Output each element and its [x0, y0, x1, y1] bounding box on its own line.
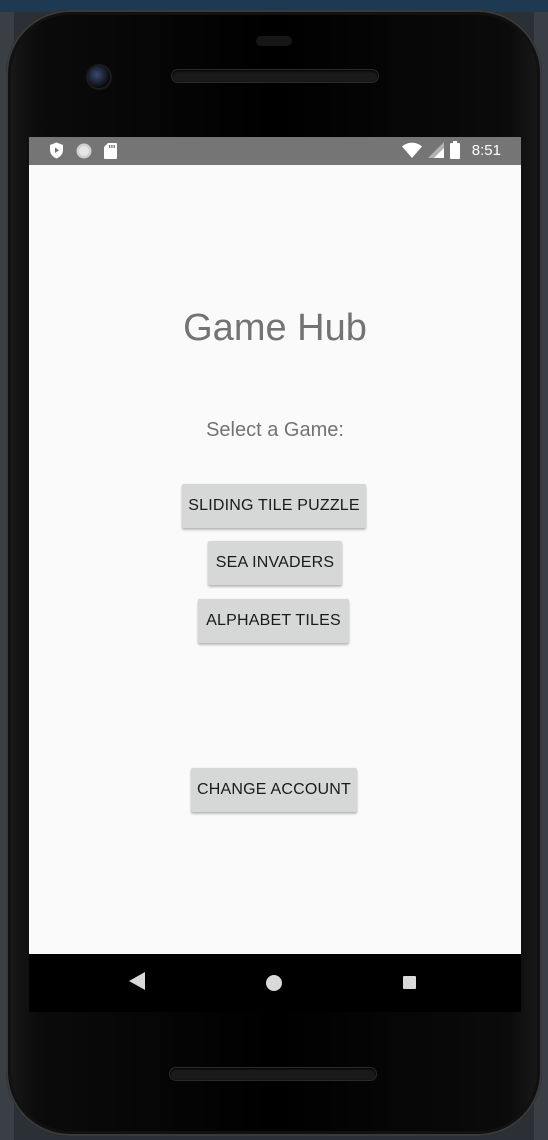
- change-account-button[interactable]: CHANGE ACCOUNT: [191, 768, 357, 812]
- signal-icon: [427, 142, 444, 158]
- status-left-icons: [49, 142, 117, 159]
- alphabet-tiles-button[interactable]: ALPHABET TILES: [198, 599, 349, 643]
- sd-card-icon: [104, 142, 117, 159]
- back-icon[interactable]: [129, 972, 145, 990]
- battery-icon: [449, 141, 460, 159]
- status-time: 8:51: [471, 141, 501, 159]
- page-title: Game Hub: [183, 307, 367, 349]
- app-screen: 8:51 Game Hub Select a Game: SLIDING TIL…: [29, 137, 521, 954]
- sliding-tile-puzzle-button[interactable]: SLIDING TILE PUZZLE: [182, 484, 366, 528]
- home-icon[interactable]: [266, 975, 282, 991]
- circle-icon: [76, 143, 92, 159]
- status-right-icons: 8:51: [401, 141, 501, 159]
- wifi-icon: [401, 142, 422, 158]
- earpiece: [256, 36, 292, 46]
- shield-icon: [49, 142, 64, 159]
- sea-invaders-button[interactable]: SEA INVADERS: [208, 541, 342, 585]
- top-speaker: [172, 70, 378, 82]
- select-game-label: Select a Game:: [206, 419, 344, 441]
- front-camera-icon: [88, 66, 110, 88]
- status-bar: 8:51: [29, 137, 521, 165]
- navigation-bar: [29, 954, 521, 1012]
- bottom-speaker: [170, 1068, 376, 1080]
- recents-icon[interactable]: [403, 976, 416, 989]
